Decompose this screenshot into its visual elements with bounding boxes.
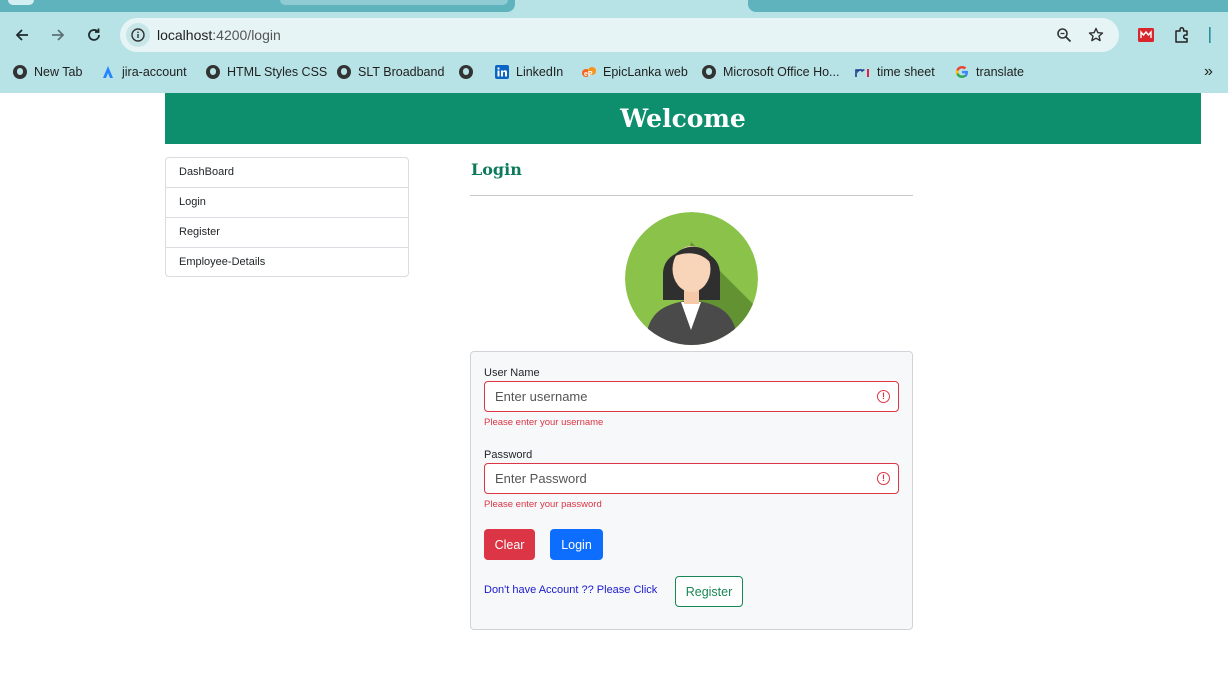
tab[interactable] [280, 0, 508, 5]
linkedin-icon [494, 64, 510, 80]
epiclanka-icon: eP [581, 64, 597, 80]
side-navigation: DashBoard Login Register Employee-Detail… [165, 157, 409, 277]
url-path: :4200/login [212, 27, 281, 43]
sidebar-item-register[interactable]: Register [166, 218, 408, 248]
url-text[interactable]: localhost:4200/login [157, 27, 281, 43]
chevron-double-right-icon: » [1204, 63, 1213, 80]
password-field[interactable]: ! [484, 463, 899, 494]
username-error: Please enter your username [484, 417, 604, 428]
sidebar-item-login[interactable]: Login [166, 188, 408, 218]
sidebar-item-employee-details[interactable]: Employee-Details [166, 248, 408, 278]
bookmark-label: time sheet [877, 65, 935, 79]
bookmarks-bar: New Tab jira-account HTML Styles CSS SLT… [0, 60, 1228, 84]
zoom-button[interactable] [1054, 25, 1074, 45]
error-exclamation-icon: ! [877, 390, 890, 403]
bookmark-slt-broadband[interactable]: SLT Broadband [336, 62, 444, 82]
reload-icon [88, 28, 100, 41]
login-heading: Login [471, 160, 522, 179]
extensions-menu-button[interactable] [1172, 25, 1192, 45]
welcome-banner: Welcome [165, 93, 1201, 144]
info-icon [131, 28, 145, 42]
address-bar[interactable]: localhost:4200/login [120, 18, 1119, 52]
bookmark-label: HTML Styles CSS [227, 65, 328, 79]
bookmarks-overflow-button[interactable]: » [1204, 62, 1213, 82]
bookmark-jira-account[interactable]: jira-account [100, 62, 187, 82]
globe-icon [12, 64, 28, 80]
bookmark-label: SLT Broadband [358, 65, 445, 79]
bookmark-new-tab[interactable]: New Tab [12, 62, 82, 82]
login-button[interactable]: Login [550, 529, 603, 560]
user-avatar [625, 212, 758, 345]
star-icon [1088, 27, 1104, 42]
extension-button[interactable] [1136, 25, 1156, 45]
bookmark-star-button[interactable] [1086, 25, 1106, 45]
bookmark-microsoft-office[interactable]: Microsoft Office Ho... [701, 62, 839, 82]
sidebar-item-dashboard[interactable]: DashBoard [166, 158, 408, 188]
bookmark-label: Microsoft Office Ho... [723, 65, 840, 79]
arrow-right-icon [52, 29, 65, 41]
extension-logo-icon [1138, 28, 1154, 42]
tab-bar-right[interactable] [748, 0, 1228, 12]
timesheet-icon [855, 64, 871, 80]
globe-icon [205, 64, 221, 80]
heading-divider [470, 195, 913, 196]
svg-text:eP: eP [584, 71, 593, 78]
site-info-button[interactable] [126, 23, 150, 47]
bookmark-label: translate [976, 65, 1024, 79]
register-prompt: Don't have Account ?? Please Click [484, 584, 658, 596]
globe-icon [336, 64, 352, 80]
bookmark-time-sheet[interactable]: time sheet [855, 62, 935, 82]
bookmark-html-styles-css[interactable]: HTML Styles CSS [205, 62, 327, 82]
password-label: Password [484, 449, 533, 461]
bookmark-linkedin[interactable]: LinkedIn [494, 62, 563, 82]
arrow-left-icon [15, 29, 28, 41]
username-field[interactable]: ! [484, 381, 899, 412]
bookmark-label: EpicLanka web [603, 65, 688, 79]
username-label: User Name [484, 367, 540, 379]
forward-button[interactable] [45, 22, 71, 48]
divider-icon [1209, 27, 1211, 43]
google-icon [954, 64, 970, 80]
bookmark-unnamed[interactable] [458, 62, 480, 82]
back-button[interactable] [9, 22, 35, 48]
tab[interactable] [8, 0, 34, 5]
register-button[interactable]: Register [675, 576, 743, 607]
bookmark-label: jira-account [122, 65, 187, 79]
username-input[interactable] [485, 382, 870, 411]
bookmark-translate[interactable]: translate [954, 62, 1024, 82]
login-form: User Name ! Please enter your username P… [470, 351, 913, 630]
clear-button[interactable]: Clear [484, 529, 535, 560]
bookmark-label: LinkedIn [516, 65, 564, 79]
password-error: Please enter your password [484, 499, 602, 510]
browser-chrome: localhost:4200/login New Tab jira-accoun… [0, 0, 1228, 93]
tab-strip [0, 0, 1228, 12]
reload-button[interactable] [81, 22, 107, 48]
globe-icon [458, 64, 474, 80]
side-panel-indicator[interactable] [1200, 25, 1220, 45]
password-input[interactable] [485, 464, 870, 493]
bookmark-label: New Tab [34, 65, 83, 79]
bookmark-epiclanka-web[interactable]: eP EpicLanka web [581, 62, 688, 82]
globe-icon [701, 64, 717, 80]
error-exclamation-icon: ! [877, 472, 890, 485]
url-host: localhost [157, 27, 213, 43]
page-title: Welcome [620, 104, 746, 133]
magnifier-icon [1057, 28, 1072, 43]
jira-icon [100, 64, 116, 80]
puzzle-icon [1175, 26, 1188, 43]
